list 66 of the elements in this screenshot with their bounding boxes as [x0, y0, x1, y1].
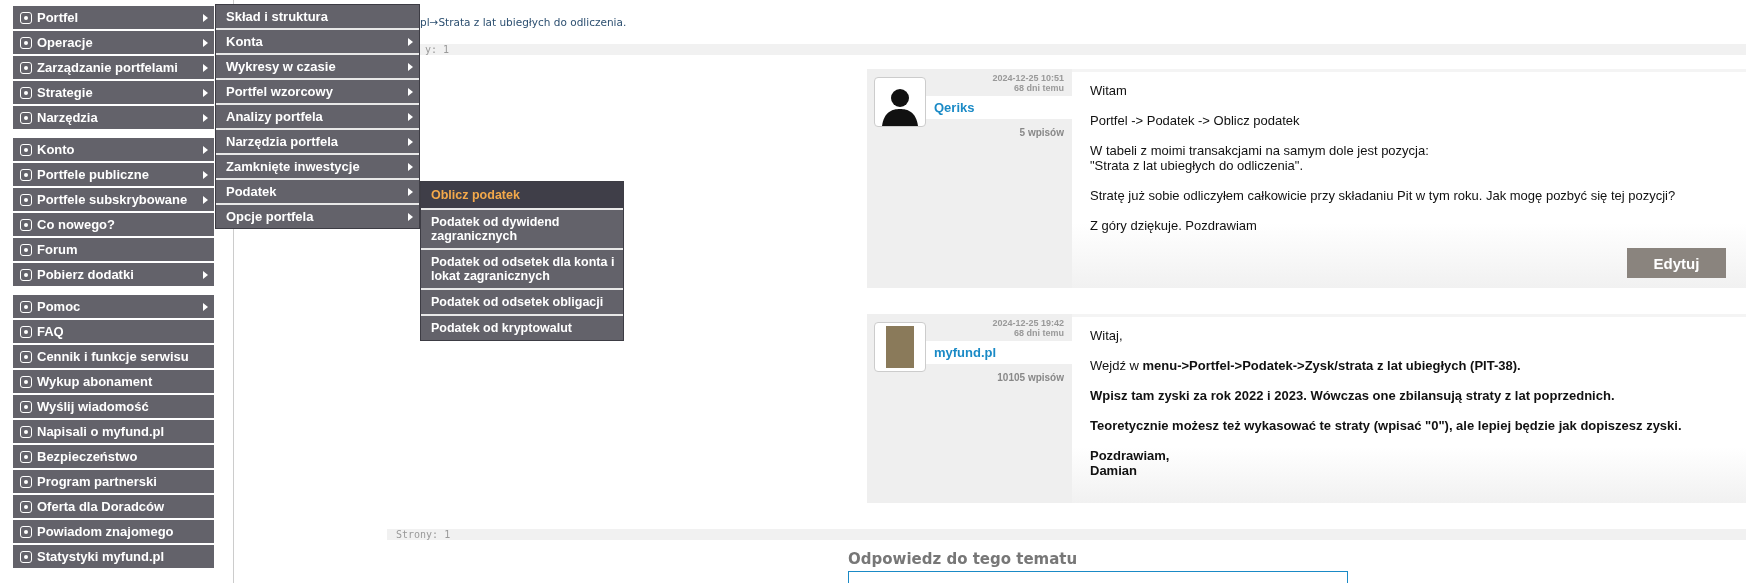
- square-icon: [20, 168, 32, 181]
- menu-item[interactable]: Strategie: [13, 81, 214, 104]
- reply-heading: Odpowiedz do tego tematu: [848, 550, 1079, 568]
- menu-item[interactable]: Oblicz podatek: [421, 182, 623, 210]
- post-date: 2024-12-25 19:42: [992, 318, 1064, 328]
- square-icon: [20, 350, 32, 363]
- square-icon: [20, 111, 32, 124]
- square-icon: [20, 525, 32, 538]
- pager-bar: Strony: 1: [387, 529, 1746, 540]
- post-age: 68 dni temu: [1014, 328, 1064, 338]
- menu-item[interactable]: Pobierz dodatki: [13, 263, 214, 286]
- menu-item[interactable]: Powiadom znajomego: [13, 520, 214, 543]
- square-icon: [20, 300, 32, 313]
- square-icon: [20, 11, 32, 24]
- menu-item[interactable]: Portfele publiczne: [13, 163, 214, 186]
- menu-item[interactable]: Konto: [13, 138, 214, 161]
- square-icon: [20, 450, 32, 463]
- breadcrumb: pl→Strata z lat ubiegłych do odliczenia.: [420, 16, 627, 28]
- menu-item[interactable]: Statystyki myfund.pl: [13, 545, 214, 568]
- post-paragraph: Wpisz tam zyski za rok 2022 i 2023. Wówczas one zbilansują straty z lat poprzednich.: [1090, 388, 1616, 403]
- menu-item[interactable]: Portfele subskrybowane: [13, 188, 214, 211]
- post-paragraph: Z góry dziękuje. Pozdrawiam: [1090, 218, 1258, 233]
- menu-item[interactable]: Bezpieczeństwo: [13, 445, 214, 468]
- post-count: 10105 wpisów: [997, 372, 1064, 383]
- square-icon: [20, 193, 32, 206]
- post-paragraph: Pozdrawiam, Damian: [1090, 448, 1171, 478]
- menu-item[interactable]: Wykup abonament: [13, 370, 214, 393]
- menu-item[interactable]: Forum: [13, 238, 214, 261]
- square-icon: [20, 36, 32, 49]
- post-count: 5 wpisów: [1019, 127, 1064, 138]
- edit-button[interactable]: Edytuj: [1627, 248, 1726, 278]
- menu-item[interactable]: FAQ: [13, 320, 214, 343]
- menu-item[interactable]: Pomoc: [13, 295, 214, 318]
- square-icon: [20, 61, 32, 74]
- menu-item[interactable]: Oferta dla Doradców: [13, 495, 214, 518]
- menu-item[interactable]: Operacje: [13, 31, 214, 54]
- menu-item[interactable]: Portfel: [13, 6, 214, 29]
- post-paragraph: Witaj,: [1090, 328, 1124, 343]
- post-paragraph: Portfel -> Podatek -> Oblicz podatek: [1090, 113, 1301, 128]
- menu-item[interactable]: Co nowego?: [13, 213, 214, 236]
- post-date: 2024-12-25 10:51: [992, 73, 1064, 83]
- menu-item[interactable]: Napisali o myfund.pl: [13, 420, 214, 443]
- square-icon: [20, 86, 32, 99]
- menu-item[interactable]: Cennik i funkcje serwisu: [13, 345, 214, 368]
- post-age: 68 dni temu: [1014, 83, 1064, 93]
- menu-item[interactable]: Program partnerski: [13, 470, 214, 493]
- square-icon: [20, 325, 32, 338]
- post-paragraph: Witam: [1090, 83, 1128, 98]
- menu-item[interactable]: Narzędzia: [13, 106, 214, 129]
- square-icon: [20, 425, 32, 438]
- square-icon: [20, 143, 32, 156]
- username-link[interactable]: Qeriks: [934, 100, 975, 115]
- post-paragraph: Stratę już sobie odliczyłem całkowicie przy składaniu Pit w tym roku. Jak mogę pozbyć się tej pozycji?: [1090, 188, 1677, 203]
- menu-item[interactable]: Wyślij wiadomość: [13, 395, 214, 418]
- square-icon: [20, 475, 32, 488]
- square-icon: [20, 400, 32, 413]
- square-icon: [20, 268, 32, 281]
- square-icon: [20, 500, 32, 513]
- post-paragraph: W tabeli z moimi transakcjami na samym dole jest pozycja: "Strata z lat ubiegłych do odliczenia".: [1090, 143, 1430, 173]
- post-paragraph: Wejdź w menu->Portfel->Podatek->Zysk/strata z lat ubiegłych (PIT-38).: [1090, 358, 1522, 373]
- square-icon: [20, 218, 32, 231]
- square-icon: [20, 243, 32, 256]
- post-paragraph: Teoretycznie możesz też wykasować te straty (wpisać "0"), ale lepiej będzie jak dopiszesz zyski.: [1090, 418, 1683, 433]
- menu-item[interactable]: Zarządzanie portfelami: [13, 56, 214, 79]
- square-icon: [20, 550, 32, 563]
- square-icon: [20, 375, 32, 388]
